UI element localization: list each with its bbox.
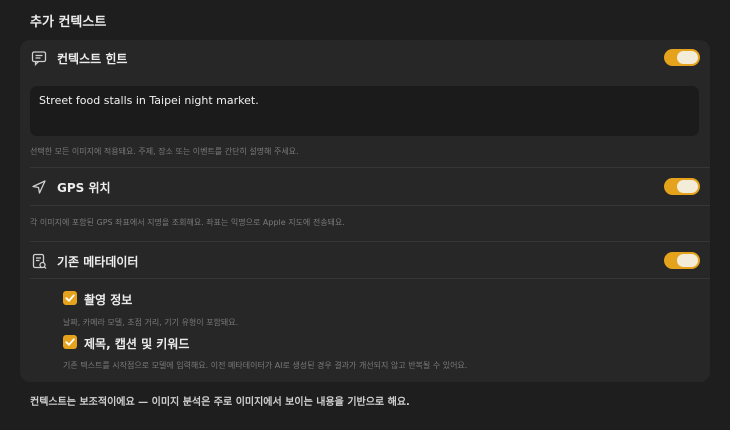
context-hint-helper: 선택한 모든 이미지에 적용돼요. 주제, 장소 또는 이벤트를 간단히 설명해…	[30, 147, 299, 156]
context-hint-label: 컨텍스트 힌트	[57, 52, 128, 66]
context-panel: 컨텍스트 힌트 Street food stalls in Taipei nig…	[20, 40, 710, 382]
metadata-toggle[interactable]	[664, 252, 700, 269]
document-tag-icon	[30, 252, 48, 270]
section-title: 추가 컨텍스트	[30, 15, 107, 30]
divider	[30, 205, 710, 206]
metadata-label: 기존 메타데이터	[57, 255, 139, 269]
metadata-row: 기존 메타데이터 촬영 정보 날짜, 카메라 모델, 초점 거리, 기기 유형이…	[20, 242, 710, 382]
context-hint-value[interactable]: Street food stalls in Taipei night marke…	[39, 94, 259, 107]
gps-row: GPS 위치 각 이미지에 포함된 GPS 좌표에서 지명을 조회해요. 좌표는…	[20, 168, 710, 238]
capture-info-helper: 날짜, 카메라 모델, 초점 거리, 기기 유형이 포함돼요.	[63, 318, 239, 327]
title-caption-keywords-checkbox[interactable]	[63, 335, 77, 349]
location-arrow-icon	[30, 178, 48, 196]
title-caption-keywords-helper: 기존 텍스트를 시작점으로 모델에 입력해요. 이전 메타데이터가 AI로 생성…	[63, 361, 468, 370]
context-hint-input[interactable]: Street food stalls in Taipei night marke…	[30, 86, 699, 136]
chat-bubble-icon	[30, 49, 48, 67]
context-hint-toggle[interactable]	[664, 49, 700, 66]
footer-note: 컨텍스트는 보조적이에요 — 이미지 분석은 주로 이미지에서 보이는 내용을 …	[30, 397, 410, 408]
divider	[30, 278, 710, 279]
capture-info-checkbox[interactable]	[63, 291, 77, 305]
title-caption-keywords-label[interactable]: 제목, 캡션 및 키워드	[84, 335, 189, 352]
gps-label: GPS 위치	[57, 181, 111, 195]
gps-helper: 각 이미지에 포함된 GPS 좌표에서 지명을 조회해요. 좌표는 익명으로 A…	[30, 218, 345, 227]
capture-info-label[interactable]: 촬영 정보	[84, 291, 132, 308]
gps-toggle[interactable]	[664, 178, 700, 195]
